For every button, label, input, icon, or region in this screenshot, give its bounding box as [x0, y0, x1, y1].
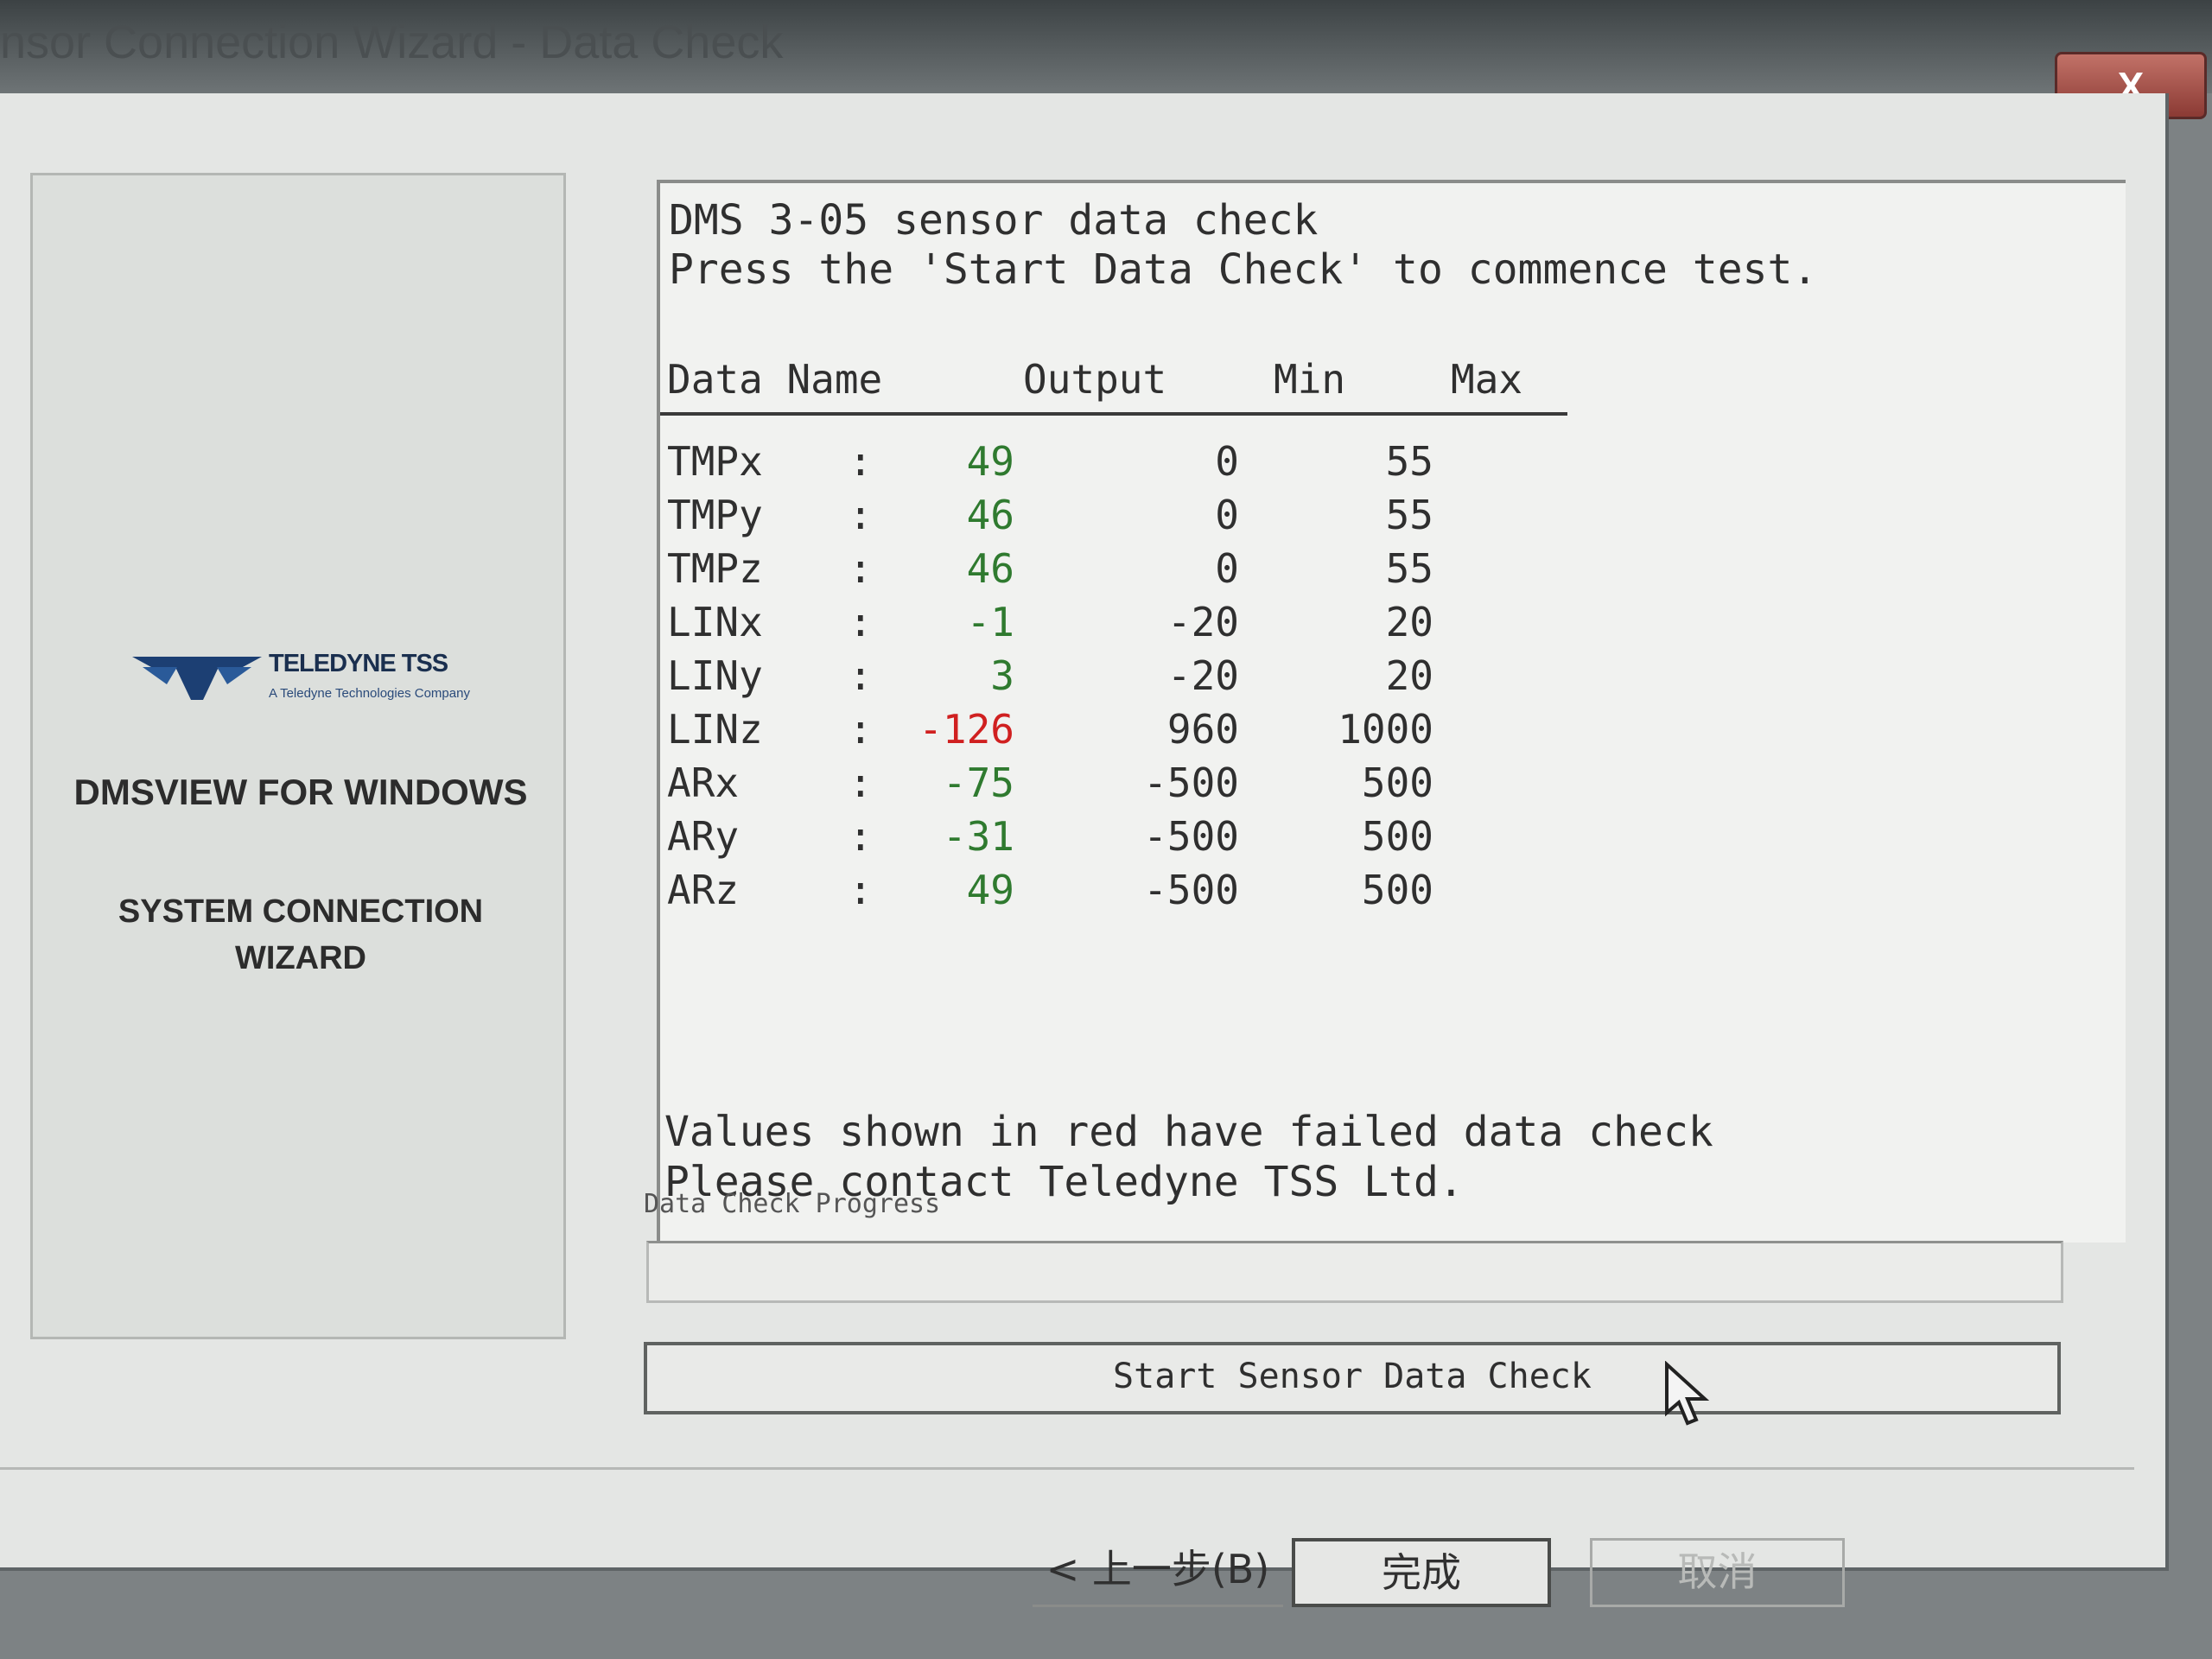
row-min: 0: [1215, 492, 1239, 538]
start-data-check-button[interactable]: Start Sensor Data Check: [644, 1342, 2061, 1414]
wizard-title-line2: WIZARD: [235, 940, 366, 976]
finish-button[interactable]: 完成: [1292, 1538, 1551, 1607]
row-min: 960: [1166, 706, 1239, 753]
row-separator: :: [849, 706, 873, 753]
row-min: -500: [1143, 813, 1239, 860]
table-row: ARy: -31 -500 500: [660, 813, 1524, 867]
table-row: ARz: 49 -500 500: [660, 867, 1524, 920]
table-row: ARx: -75 -500 500: [660, 760, 1524, 813]
wizard-title: SYSTEM CONNECTION WIZARD: [41, 888, 560, 982]
row-name: LINx: [667, 599, 763, 645]
row-output: 46: [966, 545, 1014, 592]
row-separator: :: [849, 492, 873, 538]
row-name: ARy: [667, 813, 740, 860]
row-separator: :: [849, 599, 873, 645]
branding-panel: TELEDYNE TSS A Teledyne Technologies Com…: [30, 173, 566, 1339]
progress-label: Data Check Progress: [644, 1189, 941, 1219]
teledyne-logo: TELEDYNE TSS A Teledyne Technologies Com…: [132, 646, 521, 715]
table-row: LINy: 3 -20 20: [660, 652, 1524, 706]
column-header-min: Min: [1274, 356, 1346, 403]
fail-message: Values shown in red have failed data che…: [664, 1108, 1713, 1156]
row-name: TMPz: [667, 545, 763, 592]
row-separator: :: [849, 438, 873, 485]
row-min: 0: [1215, 545, 1239, 592]
row-name: ARz: [667, 867, 740, 913]
teledyne-logo-icon: [132, 657, 262, 700]
row-max: 500: [1361, 867, 1433, 913]
row-name: TMPy: [667, 492, 763, 538]
row-output: -31: [942, 813, 1014, 860]
row-output: 49: [966, 438, 1014, 485]
table-row: LINz: -126 960 1000: [660, 706, 1524, 760]
row-output: 49: [966, 867, 1014, 913]
row-separator: :: [849, 652, 873, 699]
row-separator: :: [849, 760, 873, 806]
row-max: 55: [1385, 492, 1433, 538]
table-row: LINx: -1 -20 20: [660, 599, 1524, 652]
row-separator: :: [849, 545, 873, 592]
row-name: ARx: [667, 760, 740, 806]
row-output: -75: [942, 760, 1014, 806]
header-divider: [660, 412, 1567, 416]
row-max: 20: [1385, 652, 1433, 699]
row-output: 46: [966, 492, 1014, 538]
check-instruction: Press the 'Start Data Check' to commence…: [669, 245, 1818, 294]
row-max: 55: [1385, 438, 1433, 485]
data-check-panel: DMS 3-05 sensor data check Press the 'St…: [657, 180, 2126, 1243]
table-row: TMPy: 46 0 55: [660, 492, 1524, 545]
column-header-name: Data Name: [667, 356, 883, 403]
row-min: -20: [1166, 599, 1239, 645]
logo-tagline: A Teledyne Technologies Company: [269, 686, 470, 701]
back-button[interactable]: < 上一步(B): [1033, 1538, 1283, 1607]
row-name: LINz: [667, 706, 763, 753]
column-header-output: Output: [1023, 356, 1167, 403]
table-row: TMPz: 46 0 55: [660, 545, 1524, 599]
product-title: DMSVIEW FOR WINDOWS: [73, 772, 528, 812]
row-separator: :: [849, 813, 873, 860]
logo-wordmark: TELEDYNE TSS: [269, 650, 448, 677]
row-min: -500: [1143, 867, 1239, 913]
row-output: 3: [990, 652, 1014, 699]
row-max: 500: [1361, 760, 1433, 806]
row-max: 55: [1385, 545, 1433, 592]
mouse-cursor-icon: [1665, 1361, 1710, 1426]
wizard-window: TELEDYNE TSS A Teledyne Technologies Com…: [0, 93, 2169, 1607]
table-row: TMPx: 49 0 55: [660, 438, 1524, 492]
footer-divider: [0, 1467, 2134, 1470]
row-separator: :: [849, 867, 873, 913]
row-name: LINy: [667, 652, 763, 699]
window-title: nsor Connection Wizard - Data Check: [0, 16, 784, 68]
title-bar: nsor Connection Wizard - Data Check: [0, 0, 2212, 93]
row-output: -1: [966, 599, 1014, 645]
cancel-button[interactable]: 取消: [1590, 1538, 1845, 1607]
wizard-title-line1: SYSTEM CONNECTION: [118, 893, 484, 930]
row-name: TMPx: [667, 438, 763, 485]
row-min: -20: [1166, 652, 1239, 699]
progress-bar: [646, 1241, 2063, 1303]
column-header-max: Max: [1451, 356, 1523, 403]
row-max: 20: [1385, 599, 1433, 645]
row-max: 1000: [1338, 706, 1433, 753]
check-title: DMS 3-05 sensor data check: [669, 196, 1319, 245]
row-max: 500: [1361, 813, 1433, 860]
row-min: 0: [1215, 438, 1239, 485]
row-output: -126: [918, 706, 1014, 753]
row-min: -500: [1143, 760, 1239, 806]
